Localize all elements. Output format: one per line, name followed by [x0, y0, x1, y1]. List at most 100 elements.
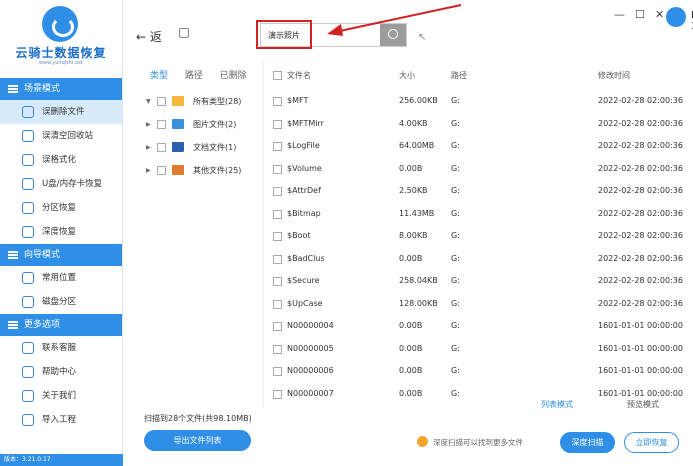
expand-icon[interactable]: ▼ [146, 90, 151, 113]
tab-type[interactable]: 类型 [150, 71, 168, 81]
table-row[interactable]: $Volume 0.00B G: 2022-02-28 02:00:36 [265, 158, 693, 181]
sidebar-item-contact[interactable]: 联系客服 [0, 336, 122, 360]
row-checkbox[interactable] [273, 187, 282, 196]
scan-summary: 扫描到28个文件(共98.10MB) [144, 414, 252, 423]
table-row[interactable]: $MFT 256.00KB G: 2022-02-28 02:00:36 [265, 90, 693, 113]
table-row[interactable]: N00000004 0.00B G: 1601-01-01 00:00:00 [265, 315, 693, 338]
tree-tabs: 类型 路径 已删除 [124, 62, 263, 90]
sidebar-item-import[interactable]: 导入工程 [0, 408, 122, 432]
expand-icon[interactable]: ▶ [146, 136, 151, 159]
sidebar-item-disk-partition[interactable]: 磁盘分区 [0, 290, 122, 314]
tree-item-documents[interactable]: ▶ 文档文件(1) [124, 136, 263, 159]
row-checkbox[interactable] [273, 209, 282, 219]
sidebar-item-deep[interactable]: 深度恢复 [0, 220, 122, 244]
row-checkbox[interactable] [273, 322, 282, 331]
cell-path: G: [451, 366, 460, 375]
table-row[interactable]: $Bitmap 11.43MB G: 2022-02-28 02:00:36 [265, 203, 693, 226]
sidebar: 云骑士数据恢复 www.yunqishi.net 场景模式 误删除文件 误清空回… [0, 0, 123, 466]
cell-size: 256.00KB [399, 96, 438, 105]
recover-button[interactable]: 立即恢复 [624, 432, 679, 453]
cell-filename: $Secure [287, 276, 320, 285]
export-list-button[interactable]: 导出文件列表 [144, 430, 251, 451]
category-tree: 类型 路径 已删除 ▼ 所有类型(28) ▶ 图片文件(2) ▶ 文档文件(1) ▶ 其… [124, 62, 264, 407]
row-checkbox[interactable] [273, 277, 282, 286]
refresh-icon[interactable] [179, 28, 189, 38]
cell-path: G: [451, 118, 460, 128]
tree-item-images[interactable]: ▶ 图片文件(2) [124, 113, 263, 136]
cell-modified: 1601-01-01 00:00:00 [598, 366, 683, 375]
cell-filename: $Bitmap [287, 208, 321, 218]
checkbox[interactable] [157, 166, 166, 175]
checkbox[interactable] [157, 120, 166, 129]
row-checkbox[interactable] [273, 299, 282, 309]
list-view-toggle[interactable]: 列表模式 [541, 399, 573, 410]
table-row[interactable]: $MFTMirr 4.00KB G: 2022-02-28 02:00:36 [265, 113, 693, 136]
table-row[interactable]: $Secure 258.04KB G: 2022-02-28 02:00:36 [265, 270, 693, 293]
row-checkbox[interactable] [273, 142, 282, 151]
preview-view-toggle[interactable]: 预览模式 [627, 399, 659, 410]
cell-filename: $MFT [287, 96, 309, 105]
section-wizard-mode[interactable]: 向导模式 [0, 244, 122, 266]
table-row[interactable]: N00000006 0.00B G: 1601-01-01 00:00:00 [265, 360, 693, 383]
col-size[interactable]: 大小 [399, 62, 415, 90]
app-logo: 云骑士数据恢复 www.yunqishi.net [0, 0, 122, 78]
expand-icon[interactable]: ▶ [146, 159, 151, 182]
row-checkbox[interactable] [273, 119, 282, 129]
sidebar-item-common-location[interactable]: 常用位置 [0, 266, 122, 290]
checkbox[interactable] [157, 97, 166, 106]
cell-filename: N00000005 [287, 343, 334, 353]
sidebar-item-about[interactable]: 关于我们 [0, 384, 122, 408]
checkbox[interactable] [157, 143, 166, 152]
version-label: 版本：3.21.0.17 [0, 454, 123, 466]
deep-scan-button[interactable]: 深度扫描 [560, 432, 615, 453]
cell-modified: 2022-02-28 02:00:36 [598, 118, 683, 128]
deep-scan-tip: 深度扫描可以找到更多文件 [433, 438, 523, 447]
partition-icon [22, 202, 34, 214]
col-modified[interactable]: 修改时间 [598, 62, 630, 90]
deep-icon [22, 226, 34, 238]
minimize-button[interactable]: — [614, 8, 625, 21]
sidebar-item-partition[interactable]: 分区恢复 [0, 196, 122, 220]
tab-deleted[interactable]: 已删除 [220, 71, 247, 81]
document-icon [172, 142, 184, 152]
row-checkbox[interactable] [273, 367, 282, 376]
sidebar-item-usb[interactable]: U盘/内存卡恢复 [0, 172, 122, 196]
cell-modified: 2022-02-28 02:00:36 [598, 141, 683, 150]
section-more-options[interactable]: 更多选项 [0, 314, 122, 336]
row-checkbox[interactable] [273, 232, 282, 241]
sidebar-item-recycle-bin[interactable]: 误清空回收站 [0, 124, 122, 148]
table-row[interactable]: N00000005 0.00B G: 1601-01-01 00:00:00 [265, 338, 693, 361]
row-checkbox[interactable] [273, 344, 282, 354]
table-row[interactable]: $UpCase 128.00KB G: 2022-02-28 02:00:36 [265, 293, 693, 316]
col-path[interactable]: 路径 [451, 62, 467, 90]
cell-size: 258.04KB [399, 276, 438, 285]
close-button[interactable]: ✕ [655, 8, 664, 21]
back-button[interactable]: ← 返 [136, 28, 162, 45]
tab-path[interactable]: 路径 [185, 71, 203, 81]
sidebar-item-deleted-files[interactable]: 误删除文件 [0, 100, 122, 124]
table-row[interactable]: $Boot 8.00KB G: 2022-02-28 02:00:36 [265, 225, 693, 248]
folder-icon [172, 96, 184, 106]
cell-path: G: [451, 343, 460, 353]
maximize-button[interactable]: ☐ [635, 8, 645, 21]
expand-icon[interactable]: ▶ [146, 113, 151, 136]
recycle-icon [22, 130, 34, 142]
table-row[interactable]: $BadClus 0.00B G: 2022-02-28 02:00:36 [265, 248, 693, 271]
cell-size: 4.00KB [399, 118, 428, 128]
sidebar-item-help[interactable]: 帮助中心 [0, 360, 122, 384]
avatar[interactable] [666, 7, 686, 27]
col-filename[interactable]: 文件名 [287, 62, 311, 90]
back-arrow-icon: ← [136, 30, 147, 44]
tree-item-others[interactable]: ▶ 其他文件(25) [124, 159, 263, 182]
tree-item-all-types[interactable]: ▼ 所有类型(28) [124, 90, 263, 113]
row-checkbox[interactable] [273, 254, 282, 264]
select-all-checkbox[interactable] [273, 71, 282, 80]
row-checkbox[interactable] [273, 97, 282, 106]
row-checkbox[interactable] [273, 389, 282, 399]
sidebar-item-format[interactable]: 误格式化 [0, 148, 122, 172]
section-scene-mode[interactable]: 场景模式 [0, 78, 122, 100]
row-checkbox[interactable] [273, 164, 282, 174]
cell-filename: $BadClus [287, 253, 325, 263]
table-row[interactable]: $AttrDef 2.50KB G: 2022-02-28 02:00:36 [265, 180, 693, 203]
table-row[interactable]: $LogFile 64.00MB G: 2022-02-28 02:00:36 [265, 135, 693, 158]
